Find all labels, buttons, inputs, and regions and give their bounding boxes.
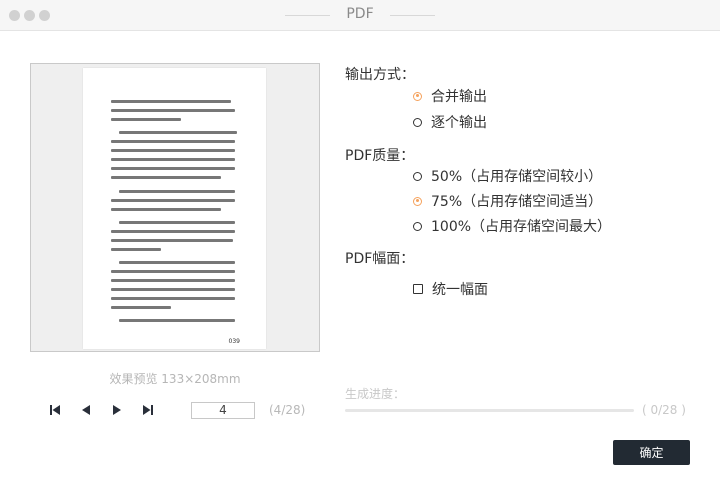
quality-50-option[interactable]: 50%（占用存储空间较小） (413, 167, 602, 185)
title-bar: PDF (0, 0, 720, 31)
radio-quality-100[interactable] (413, 221, 422, 231)
quality-100-option[interactable]: 100%（占用存储空间最大） (413, 217, 611, 235)
preview-caption-label: 效果预览 (109, 372, 158, 386)
text-line (111, 176, 221, 179)
text-line (111, 248, 161, 251)
last-page-button[interactable] (141, 403, 155, 417)
radio-merge[interactable] (413, 91, 422, 101)
quality-100-label: 100%（占用存储空间最大） (431, 219, 612, 235)
text-line (111, 167, 235, 170)
output-separate-label: 逐个输出 (431, 115, 487, 131)
output-merge-label: 合并输出 (431, 89, 487, 105)
text-line (111, 288, 235, 291)
prev-page-button[interactable] (79, 403, 93, 417)
uniform-size-checkbox[interactable] (413, 284, 423, 294)
uniform-size-label: 统一幅面 (432, 282, 488, 298)
page-count: (4/28) (269, 403, 306, 417)
radio-separate[interactable] (413, 117, 422, 127)
last-page-icon (143, 405, 153, 415)
progress-bar (345, 409, 634, 412)
confirm-button[interactable]: 确定 (613, 440, 690, 465)
page-size-label: PDF幅面： (345, 251, 415, 267)
pdf-preview: 039 (30, 63, 320, 352)
preview-caption-size: 133×208mm (161, 372, 241, 386)
text-line (111, 100, 231, 103)
window-title: PDF (346, 6, 374, 22)
first-page-icon (50, 405, 60, 415)
text-line (111, 239, 233, 242)
text-line (119, 131, 237, 134)
output-mode-label: 输出方式： (345, 67, 415, 83)
next-page-button[interactable] (110, 403, 124, 417)
radio-quality-75[interactable] (413, 196, 422, 206)
progress-count: ( 0/28 ) (642, 403, 686, 417)
text-line (111, 306, 171, 309)
next-page-icon (113, 405, 121, 415)
text-line (111, 149, 235, 152)
uniform-size-option[interactable]: 统一幅面 (413, 280, 488, 298)
output-separate-option[interactable]: 逐个输出 (413, 113, 487, 131)
page-footer-number: 039 (228, 338, 240, 345)
first-page-button[interactable] (48, 403, 62, 417)
text-line (119, 190, 235, 193)
text-line (119, 261, 235, 264)
quality-75-option[interactable]: 75%（占用存储空间适当） (413, 192, 602, 210)
quality-label: PDF质量： (345, 148, 415, 164)
quality-50-label: 50%（占用存储空间较小） (431, 169, 603, 185)
page-number-input[interactable]: 4 (191, 402, 255, 419)
text-line (111, 118, 181, 121)
output-merge-option[interactable]: 合并输出 (413, 87, 487, 105)
text-line (111, 208, 221, 211)
preview-caption: 效果预览 133×208mm (30, 370, 320, 387)
text-line (111, 230, 235, 233)
radio-quality-50[interactable] (413, 171, 422, 181)
text-line (119, 319, 235, 322)
text-line (111, 140, 235, 143)
preview-page: 039 (83, 68, 266, 349)
text-line (111, 279, 235, 282)
text-line (111, 109, 235, 112)
text-line (111, 297, 235, 300)
text-line (111, 270, 235, 273)
quality-75-label: 75%（占用存储空间适当） (431, 194, 603, 210)
prev-page-icon (82, 405, 90, 415)
text-line (111, 158, 235, 161)
text-line (119, 221, 235, 224)
progress-label: 生成进度： (345, 387, 406, 401)
text-line (111, 199, 235, 202)
